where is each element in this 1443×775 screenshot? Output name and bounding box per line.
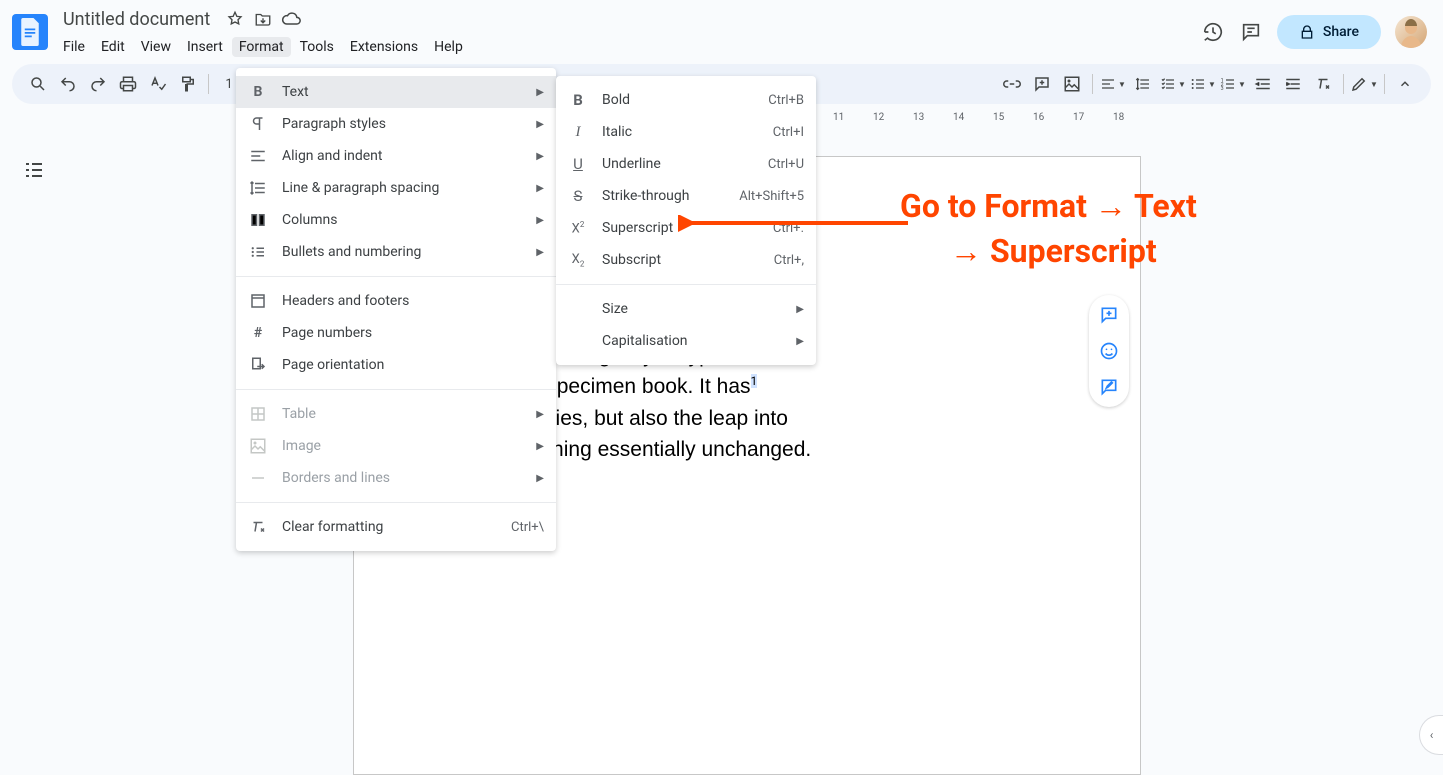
redo-icon[interactable] — [84, 70, 112, 98]
emoji-reaction-icon[interactable] — [1099, 341, 1119, 361]
docs-file-icon — [19, 18, 41, 46]
menu-file[interactable]: File — [56, 37, 92, 57]
menu-item-clear-formatting[interactable]: Clear formattingCtrl+\ — [236, 511, 556, 543]
document-title[interactable]: Untitled document — [56, 9, 217, 30]
suggest-edit-icon[interactable] — [1099, 377, 1119, 397]
menu-extensions[interactable]: Extensions — [343, 37, 425, 57]
menu-item-borders-and-lines: Borders and lines▶ — [236, 462, 556, 494]
menu-item-paragraph-styles[interactable]: Paragraph styles▶ — [236, 108, 556, 140]
menu-view[interactable]: View — [134, 37, 178, 57]
insert-image-icon[interactable] — [1058, 70, 1086, 98]
menu-format[interactable]: Format — [232, 37, 291, 57]
menu-item-size[interactable]: Size▶ — [556, 293, 816, 325]
paint-format-icon[interactable] — [174, 70, 202, 98]
checklist-dropdown[interactable]: ▼ — [1159, 70, 1187, 98]
format-menu-dropdown: BText▶Paragraph styles▶Align and indent▶… — [236, 68, 556, 551]
annotation-text: Go to Format → Text → Superscript — [900, 184, 1197, 274]
annotation-arrow — [678, 215, 918, 245]
undo-icon[interactable] — [54, 70, 82, 98]
user-avatar[interactable] — [1395, 16, 1427, 48]
vertical-ruler[interactable] — [0, 128, 16, 775]
add-comment-icon[interactable] — [1028, 70, 1056, 98]
svg-text:3: 3 — [1221, 86, 1224, 92]
history-icon[interactable] — [1201, 20, 1225, 44]
menu-edit[interactable]: Edit — [94, 37, 132, 57]
align-dropdown[interactable]: ▼ — [1099, 70, 1127, 98]
indent-decrease-icon[interactable] — [1249, 70, 1277, 98]
cloud-status-icon[interactable] — [281, 9, 301, 29]
menu-item-page-orientation[interactable]: Page orientation — [236, 349, 556, 381]
outline-toggle-icon[interactable] — [22, 158, 46, 182]
menu-item-subscript[interactable]: X2SubscriptCtrl+, — [556, 244, 816, 276]
menu-item-columns[interactable]: Columns▶ — [236, 204, 556, 236]
menu-help[interactable]: Help — [427, 37, 470, 57]
menubar: File Edit View Insert Format Tools Exten… — [56, 35, 1193, 59]
lock-icon — [1299, 24, 1315, 40]
menu-tools[interactable]: Tools — [293, 37, 341, 57]
indent-increase-icon[interactable] — [1279, 70, 1307, 98]
floating-comment-toolbar — [1089, 295, 1129, 407]
search-icon[interactable] — [24, 70, 52, 98]
menu-item-align-and-indent[interactable]: Align and indent▶ — [236, 140, 556, 172]
clear-format-icon[interactable] — [1309, 70, 1337, 98]
bulleted-list-dropdown[interactable]: ▼ — [1189, 70, 1217, 98]
spellcheck-icon[interactable] — [144, 70, 172, 98]
collapse-toolbar-icon[interactable] — [1391, 70, 1419, 98]
menu-item-page-numbers[interactable]: #Page numbers — [236, 317, 556, 349]
menu-item-text[interactable]: BText▶ — [236, 76, 556, 108]
star-icon[interactable] — [225, 9, 245, 29]
print-icon[interactable] — [114, 70, 142, 98]
share-label: Share — [1323, 24, 1359, 40]
docs-logo[interactable] — [12, 14, 48, 50]
menu-insert[interactable]: Insert — [180, 37, 230, 57]
menu-item-table: Table▶ — [236, 398, 556, 430]
menu-item-bullets-and-numbering[interactable]: Bullets and numbering▶ — [236, 236, 556, 268]
add-comment-float-icon[interactable] — [1099, 305, 1119, 325]
comments-icon[interactable] — [1239, 20, 1263, 44]
menu-item-underline[interactable]: UUnderlineCtrl+U — [556, 148, 816, 180]
menu-item-image: Image▶ — [236, 430, 556, 462]
edit-mode-dropdown[interactable]: ▼ — [1350, 70, 1378, 98]
menu-item-strike-through[interactable]: SStrike-throughAlt+Shift+5 — [556, 180, 816, 212]
menu-item-headers-and-footers[interactable]: Headers and footers — [236, 285, 556, 317]
menu-item-capitalisation[interactable]: Capitalisation▶ — [556, 325, 816, 357]
insert-link-icon[interactable] — [998, 70, 1026, 98]
share-button[interactable]: Share — [1277, 15, 1381, 49]
move-folder-icon[interactable] — [253, 9, 273, 29]
menu-item-line-paragraph-spacing[interactable]: Line & paragraph spacing▶ — [236, 172, 556, 204]
line-spacing-dropdown[interactable] — [1129, 70, 1157, 98]
numbered-list-dropdown[interactable]: 123▼ — [1219, 70, 1247, 98]
menu-item-bold[interactable]: BBoldCtrl+B — [556, 84, 816, 116]
menu-item-italic[interactable]: IItalicCtrl+I — [556, 116, 816, 148]
